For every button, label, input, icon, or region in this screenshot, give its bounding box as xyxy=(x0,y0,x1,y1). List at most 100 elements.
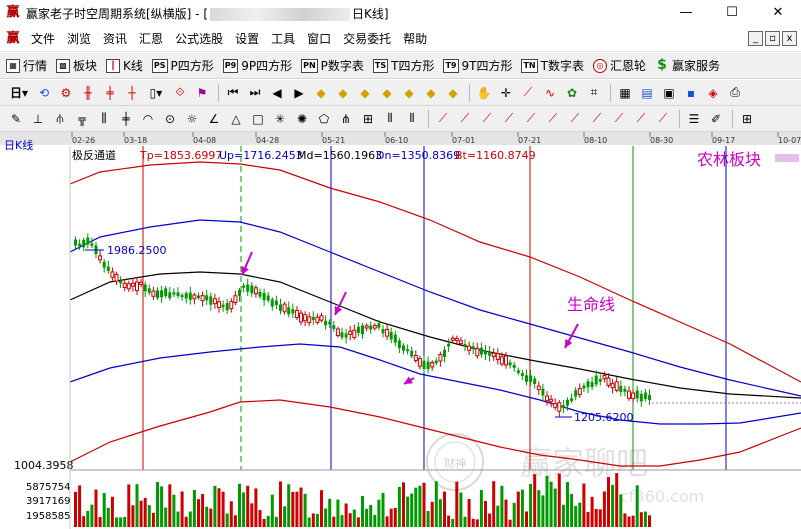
red-fan-6-icon[interactable]: ⟋ xyxy=(543,109,563,129)
volume-bar xyxy=(639,512,643,527)
red-fan-8-icon[interactable]: ⟋ xyxy=(587,109,607,129)
grid-icon[interactable]: ⌗ xyxy=(584,83,604,103)
red-fan-3-icon[interactable]: ⟋ xyxy=(477,109,497,129)
red-fan-11-icon[interactable]: ⟋ xyxy=(653,109,673,129)
last-bar-icon[interactable]: ⏭ xyxy=(245,83,265,103)
vertical-lines-icon[interactable]: ⫴ xyxy=(380,109,400,129)
menu-settings[interactable]: 设置 xyxy=(229,26,265,52)
gann-fan-icon[interactable]: ⋔ xyxy=(336,109,356,129)
bars-icon[interactable]: ⫴ xyxy=(402,109,422,129)
gann-grid-icon[interactable]: ⊞ xyxy=(358,109,378,129)
calendar-icon[interactable]: ▦ xyxy=(615,83,635,103)
sun-2-icon[interactable]: ✺ xyxy=(292,109,312,129)
red-fan-5-icon[interactable]: ⟋ xyxy=(521,109,541,129)
day-period-dropdown[interactable]: 日▾ xyxy=(6,83,32,103)
red-fan-10-icon[interactable]: ⟋ xyxy=(631,109,651,129)
toolbar-9p-square-button[interactable]: P9 9P四方形 xyxy=(222,57,292,74)
toolbar-t-number-table-button[interactable]: TN T数字表 xyxy=(521,57,584,74)
menu-huien[interactable]: 汇恩 xyxy=(133,26,169,52)
sun-icon[interactable]: ☼ xyxy=(182,109,202,129)
kline-up-icon[interactable]: ╫ xyxy=(78,83,98,103)
line-draw-icon[interactable]: ⟋ xyxy=(518,83,538,103)
menu-window[interactable]: 窗口 xyxy=(301,26,337,52)
diamond-4-icon[interactable]: ◆ xyxy=(377,83,397,103)
red-fan-4-icon[interactable]: ⟋ xyxy=(499,109,519,129)
palette-icon[interactable]: ✿ xyxy=(562,83,582,103)
maximize-button[interactable]: ☐ xyxy=(709,0,755,26)
mdi-minimize-button[interactable]: _ xyxy=(748,31,763,46)
menu-trade[interactable]: 交易委托 xyxy=(337,26,397,52)
square-icon[interactable]: □ xyxy=(248,109,268,129)
menu-tools[interactable]: 工具 xyxy=(265,26,301,52)
first-bar-icon[interactable]: ⏮ xyxy=(223,83,243,103)
toolbar-winner-service-button[interactable]: $ 赢家服务 xyxy=(655,57,720,74)
star-icon[interactable]: ✳ xyxy=(270,109,290,129)
minimize-button[interactable]: — xyxy=(663,0,709,26)
toolbar-huien-wheel-button[interactable]: ◎ 汇恩轮 xyxy=(592,57,646,74)
save-icon[interactable]: ▪ xyxy=(681,83,701,103)
red-fan-7-icon[interactable]: ⟋ xyxy=(565,109,585,129)
fan-icon[interactable]: ╦ xyxy=(72,109,92,129)
diamond-6-icon[interactable]: ◆ xyxy=(421,83,441,103)
toolbar-t-square-button[interactable]: TS T四方形 xyxy=(372,57,434,74)
volume-bar xyxy=(635,485,639,527)
list-icon[interactable]: ☰ xyxy=(684,109,704,129)
menu-info[interactable]: 资讯 xyxy=(97,26,133,52)
9p-square-icon: P9 xyxy=(222,58,239,73)
menu-formula-select[interactable]: 公式选股 xyxy=(169,26,229,52)
kline-chart[interactable]: 02-26 03-18 04-08 04-28 05-21 06-10 07-01 07-21… xyxy=(0,132,801,529)
dn-value: Dn=1350.8369 xyxy=(376,149,460,162)
red-fan-1-icon[interactable]: ⟋ xyxy=(433,109,453,129)
red-fan-9-icon[interactable]: ⟋ xyxy=(609,109,629,129)
mdi-restore-button[interactable]: ▫ xyxy=(765,31,780,46)
menu-file[interactable]: 文件 xyxy=(25,26,61,52)
mdi-close-button[interactable]: x xyxy=(782,31,797,46)
next-icon[interactable]: ▶ xyxy=(289,83,309,103)
volume-bar xyxy=(311,513,315,527)
hand-icon[interactable]: ✋ xyxy=(474,83,494,103)
toolbar-p-number-table-button[interactable]: PN P数字表 xyxy=(301,57,364,74)
toolbar-9t-square-button[interactable]: T9 9T四方形 xyxy=(443,57,512,74)
kline-down-icon[interactable]: ╪ xyxy=(100,83,120,103)
menu-browse[interactable]: 浏览 xyxy=(61,26,97,52)
cursor-mode-icon[interactable]: ⟐ xyxy=(170,83,190,103)
red-fan-2-icon[interactable]: ⟋ xyxy=(455,109,475,129)
chart-area[interactable]: 02-26 03-18 04-08 04-28 05-21 06-10 07-01 07-21… xyxy=(0,132,801,529)
toolbar-p-square-button[interactable]: PS P四方形 xyxy=(151,57,214,74)
arc-icon[interactable]: ◠ xyxy=(138,109,158,129)
refresh-icon[interactable]: ⟲ xyxy=(34,83,54,103)
triangle-icon[interactable]: △ xyxy=(226,109,246,129)
layout-icon[interactable]: ⊞ xyxy=(737,109,757,129)
print-icon[interactable]: ⎙ xyxy=(725,83,745,103)
diamond-5-icon[interactable]: ◆ xyxy=(399,83,419,103)
diamond-7-icon[interactable]: ◆ xyxy=(443,83,463,103)
calculator-icon[interactable]: ▣ xyxy=(659,83,679,103)
channel-icon[interactable]: ╪ xyxy=(116,109,136,129)
table-icon[interactable]: ▤ xyxy=(637,83,657,103)
toolbar-kline-button[interactable]: ┃ K线 xyxy=(106,57,143,74)
wave-icon[interactable]: ∿ xyxy=(540,83,560,103)
indicator-icon[interactable]: ⚙ xyxy=(56,83,76,103)
parallel-icon[interactable]: ⫼ xyxy=(94,109,114,129)
menu-help[interactable]: 帮助 xyxy=(397,26,433,52)
toolbar-sector-button[interactable]: ▩ 板块 xyxy=(56,57,97,74)
ruler-icon[interactable]: ⊥ xyxy=(28,109,48,129)
diamond-3-icon[interactable]: ◆ xyxy=(355,83,375,103)
candle-select-dropdown[interactable]: ▯▾ xyxy=(144,83,168,103)
bar-chart-icon[interactable]: ┼ xyxy=(122,83,142,103)
edit-list-icon[interactable]: ✐ xyxy=(706,109,726,129)
close-button[interactable]: ✕ xyxy=(755,0,801,26)
diamond-1-icon[interactable]: ◆ xyxy=(311,83,331,103)
flag-icon[interactable]: ⚑ xyxy=(192,83,212,103)
prev-icon[interactable]: ◀ xyxy=(267,83,287,103)
cycle-icon[interactable]: ⊙ xyxy=(160,109,180,129)
crosshair-icon[interactable]: ✛ xyxy=(496,83,516,103)
angle-icon[interactable]: ∠ xyxy=(204,109,224,129)
toolbar-quotes-button[interactable]: ▦ 行情 xyxy=(6,57,47,74)
candle-body-up xyxy=(631,392,636,400)
car-icon[interactable]: ◈ xyxy=(703,83,723,103)
fork-icon[interactable]: ⫛ xyxy=(50,109,70,129)
pentagon-icon[interactable]: ⬠ xyxy=(314,109,334,129)
diamond-2-icon[interactable]: ◆ xyxy=(333,83,353,103)
pen-icon[interactable]: ✎ xyxy=(6,109,26,129)
